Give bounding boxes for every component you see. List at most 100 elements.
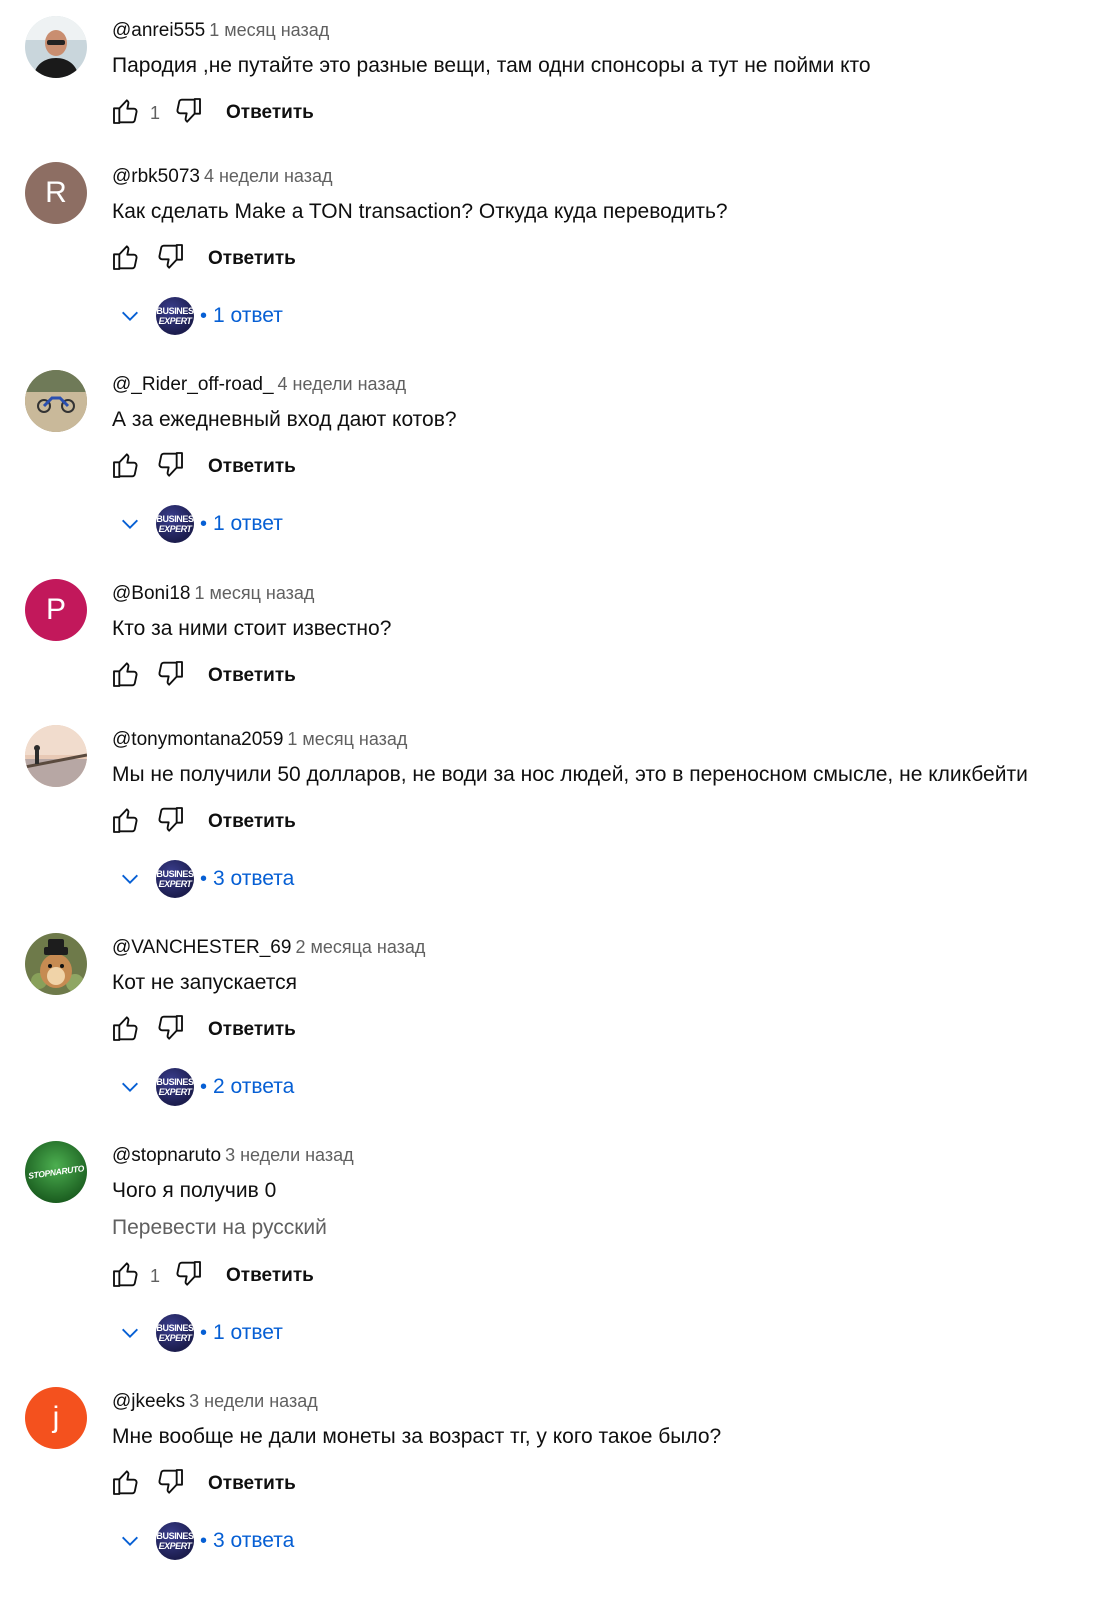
- avatar-letter: R: [45, 176, 67, 209]
- dislike-button[interactable]: [152, 1012, 188, 1048]
- thumbs-down-icon: [172, 1258, 204, 1295]
- dislike-button[interactable]: [170, 1258, 206, 1294]
- separator-dot: •: [200, 1529, 208, 1552]
- like-button[interactable]: [108, 1466, 144, 1502]
- reply-button[interactable]: Ответить: [208, 811, 296, 833]
- dislike-button[interactable]: [152, 658, 188, 694]
- like-button[interactable]: [108, 449, 144, 485]
- comment-actions: Ответить: [108, 449, 296, 485]
- view-replies-button[interactable]: BUSINES EXPERT • 2 ответа: [118, 1067, 294, 1107]
- reply-count[interactable]: 2 ответа: [213, 1075, 294, 1099]
- author-name[interactable]: @stopnaruto: [112, 1145, 221, 1166]
- comment-text: Кот не запускается: [112, 971, 298, 994]
- reply-count[interactable]: 1 ответ: [213, 1321, 283, 1345]
- comment-time[interactable]: 3 недели назад: [225, 1145, 354, 1165]
- reply-button[interactable]: Ответить: [226, 1265, 314, 1287]
- channel-avatar: BUSINES EXPERT: [156, 1068, 194, 1106]
- view-replies-button[interactable]: BUSINES EXPERT • 1 ответ: [118, 504, 283, 544]
- avatar[interactable]: STOPNARUTO: [25, 1141, 87, 1203]
- author-name[interactable]: @anrei555: [112, 20, 205, 41]
- comment-time[interactable]: 1 месяц назад: [209, 20, 329, 40]
- view-replies-button[interactable]: BUSINES EXPERT • 1 ответ: [118, 296, 283, 336]
- reply-button[interactable]: Ответить: [208, 665, 296, 687]
- author-name[interactable]: @Boni18: [112, 583, 190, 604]
- thumbs-down-icon: [154, 658, 186, 695]
- view-replies-button[interactable]: BUSINES EXPERT • 1 ответ: [118, 1313, 283, 1353]
- reply-count[interactable]: 1 ответ: [213, 304, 283, 328]
- author-name[interactable]: @tonymontana2059: [112, 729, 283, 750]
- view-replies-button[interactable]: BUSINES EXPERT • 3 ответа: [118, 1521, 294, 1561]
- separator-dot: •: [200, 867, 208, 890]
- comment-actions: Ответить: [108, 1466, 296, 1502]
- dislike-button[interactable]: [170, 95, 206, 131]
- comment-time[interactable]: 3 недели назад: [189, 1391, 318, 1411]
- comment-text: Кто за ними стоит известно?: [112, 617, 392, 640]
- comment-header: @rbk5073 4 недели назад: [112, 163, 333, 191]
- chevron-down-icon: [118, 1321, 142, 1345]
- chevron-down-icon: [118, 1529, 142, 1553]
- like-count: 1: [150, 1265, 161, 1286]
- comment-text: А за ежедневный вход дают котов?: [112, 408, 457, 431]
- author-name[interactable]: @_Rider_off-road_: [112, 374, 274, 395]
- comments-section: @anrei555 1 месяц назад Пародия ,не путайт…: [0, 0, 1119, 1600]
- avatar[interactable]: R: [25, 162, 87, 224]
- comment-header: @tonymontana2059 1 месяц назад: [112, 726, 407, 754]
- author-name[interactable]: @rbk5073: [112, 166, 200, 187]
- avatar[interactable]: [25, 370, 87, 432]
- like-button[interactable]: [108, 804, 144, 840]
- like-button[interactable]: [108, 95, 144, 131]
- comment-time[interactable]: 1 месяц назад: [287, 729, 407, 749]
- channel-avatar-text: BUSINES: [156, 1530, 194, 1541]
- comment-time[interactable]: 4 недели назад: [204, 166, 333, 186]
- avatar[interactable]: [25, 933, 87, 995]
- comment-header: @_Rider_off-road_ 4 недели назад: [112, 371, 406, 399]
- avatar[interactable]: P: [25, 579, 87, 641]
- comment-actions: 1 Ответить: [108, 95, 314, 131]
- comment-time[interactable]: 2 месяца назад: [295, 937, 425, 957]
- comment-text: Как сделать Make a TON transaction? Отку…: [112, 200, 728, 223]
- chevron-down-icon: [118, 512, 142, 536]
- reply-count[interactable]: 1 ответ: [213, 512, 283, 536]
- thumbs-up-icon: [110, 1012, 142, 1049]
- dislike-button[interactable]: [152, 1466, 188, 1502]
- dislike-button[interactable]: [152, 449, 188, 485]
- separator-dot: •: [200, 304, 208, 327]
- reply-button[interactable]: Ответить: [208, 248, 296, 270]
- avatar[interactable]: [25, 16, 87, 78]
- like-count: 1: [150, 102, 161, 123]
- comment-time[interactable]: 4 недели назад: [278, 374, 407, 394]
- comment-actions: Ответить: [108, 804, 296, 840]
- reply-count[interactable]: 3 ответа: [213, 867, 294, 891]
- comment-time[interactable]: 1 месяц назад: [194, 583, 314, 603]
- like-button[interactable]: [108, 241, 144, 277]
- comment-header: @anrei555 1 месяц назад: [112, 17, 329, 45]
- like-button[interactable]: [108, 658, 144, 694]
- chevron-down-icon: [118, 867, 142, 891]
- channel-avatar-text: EXPERT: [158, 315, 192, 326]
- dislike-button[interactable]: [152, 241, 188, 277]
- dislike-button[interactable]: [152, 804, 188, 840]
- thumbs-down-icon: [154, 804, 186, 841]
- author-name[interactable]: @jkeeks: [112, 1391, 185, 1412]
- author-name[interactable]: @VANCHESTER_69: [112, 937, 291, 958]
- avatar[interactable]: j: [25, 1387, 87, 1449]
- channel-avatar: BUSINES EXPERT: [156, 1314, 194, 1352]
- channel-avatar-text: BUSINES: [156, 513, 194, 524]
- reply-button[interactable]: Ответить: [208, 1019, 296, 1041]
- translate-button[interactable]: Перевести на русский: [112, 1214, 327, 1242]
- reply-button[interactable]: Ответить: [208, 1473, 296, 1495]
- like-button[interactable]: [108, 1012, 144, 1048]
- view-replies-button[interactable]: BUSINES EXPERT • 3 ответа: [118, 859, 294, 899]
- avatar-letter: j: [52, 1401, 60, 1434]
- thumbs-down-icon: [172, 95, 204, 132]
- thumbs-up-icon: [110, 658, 142, 695]
- like-button[interactable]: [108, 1258, 144, 1294]
- avatar[interactable]: [25, 725, 87, 787]
- comment-actions: Ответить: [108, 1012, 296, 1048]
- reply-button[interactable]: Ответить: [208, 456, 296, 478]
- thumbs-up-icon: [110, 1466, 142, 1503]
- reply-count[interactable]: 3 ответа: [213, 1529, 294, 1553]
- channel-avatar-text: EXPERT: [158, 1540, 192, 1551]
- reply-button[interactable]: Ответить: [226, 102, 314, 124]
- channel-avatar: BUSINES EXPERT: [156, 1522, 194, 1560]
